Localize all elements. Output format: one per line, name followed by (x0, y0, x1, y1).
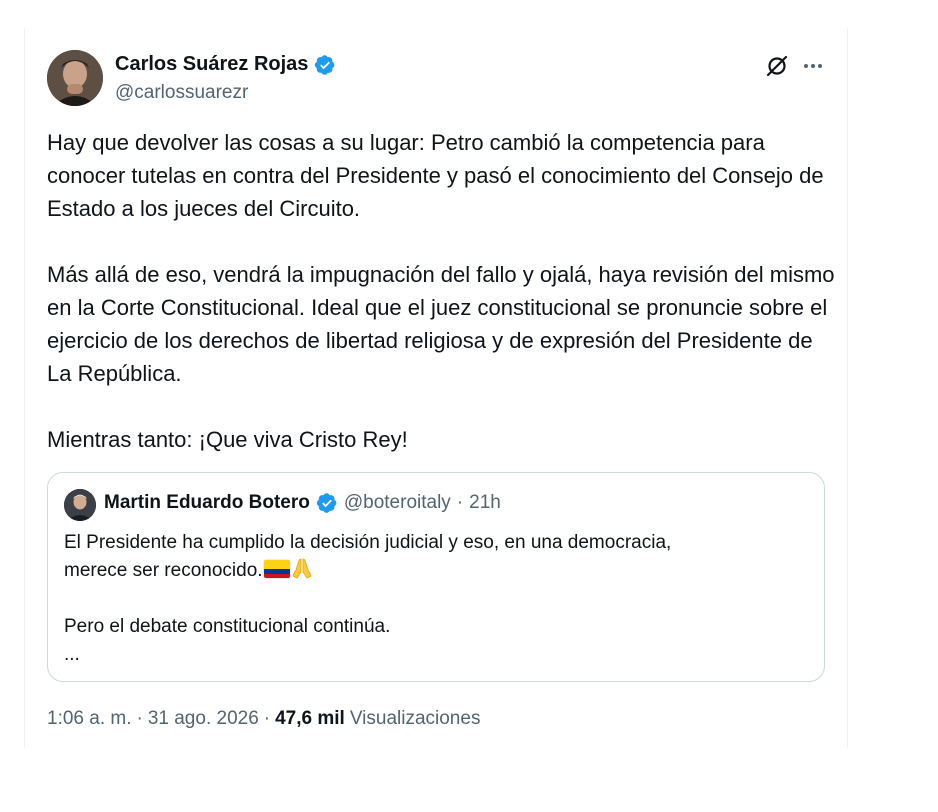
tweet-paragraph: Mientras tanto: ¡Que viva Cristo Rey! (47, 427, 408, 452)
tweet-time[interactable]: 1:06 a. m. (47, 708, 132, 730)
quoted-author-name[interactable]: Martin Eduardo Botero (104, 492, 310, 514)
author-name-row: Carlos Suárez Rojas (115, 53, 336, 76)
separator-dot: · (136, 708, 143, 729)
folded-hands-emoji (290, 557, 314, 579)
author-avatar[interactable] (47, 50, 103, 106)
quoted-tweet[interactable]: Martin Eduardo Botero @boteroitaly · 21h… (47, 472, 825, 682)
more-options-icon[interactable] (799, 52, 827, 80)
separator-dot: · (263, 708, 271, 729)
grok-icon[interactable] (763, 52, 791, 80)
quoted-tweet-time[interactable]: 21h (469, 492, 501, 514)
quoted-tweet-line: merece ser reconocido. (64, 560, 263, 581)
tweet-meta: 1:06 a. m. · 31 ago. 2026 · 47,6 mil Vis… (47, 708, 480, 730)
tweet-paragraph: Hay que devolver las cosas a su lugar: P… (47, 130, 824, 221)
verified-badge-icon[interactable] (314, 54, 336, 76)
author-display-name[interactable]: Carlos Suárez Rojas (115, 53, 308, 76)
separator-dot: · (456, 492, 464, 513)
verified-badge-icon[interactable] (316, 492, 338, 514)
quoted-tweet-line: Pero el debate constitucional continúa. (64, 616, 391, 637)
quoted-author-handle[interactable]: @boteroitaly (344, 492, 451, 514)
tweet-card: Carlos Suárez Rojas @carlossuarezr Hay q… (24, 28, 848, 748)
quoted-tweet-text: El Presidente ha cumplido la decisión ju… (64, 529, 804, 669)
views-count: 47,6 mil (275, 708, 345, 729)
quoted-author-avatar[interactable] (64, 489, 96, 521)
tweet-date[interactable]: 31 ago. 2026 (148, 708, 259, 730)
views-label: Visualizaciones (349, 708, 481, 729)
quoted-tweet-ellipsis: ... (64, 644, 80, 665)
author-handle[interactable]: @carlossuarezr (115, 82, 248, 104)
quoted-tweet-line-with-emoji: merece ser reconocido. (64, 557, 804, 585)
colombia-flag-emoji (263, 560, 290, 578)
quoted-tweet-header: Martin Eduardo Botero @boteroitaly · 21h (104, 492, 501, 514)
tweet-text: Hay que devolver las cosas a su lugar: P… (47, 126, 837, 456)
quoted-tweet-line: El Presidente ha cumplido la decisión ju… (64, 532, 672, 553)
tweet-paragraph: Más allá de eso, vendrá la impugnación d… (47, 262, 835, 386)
